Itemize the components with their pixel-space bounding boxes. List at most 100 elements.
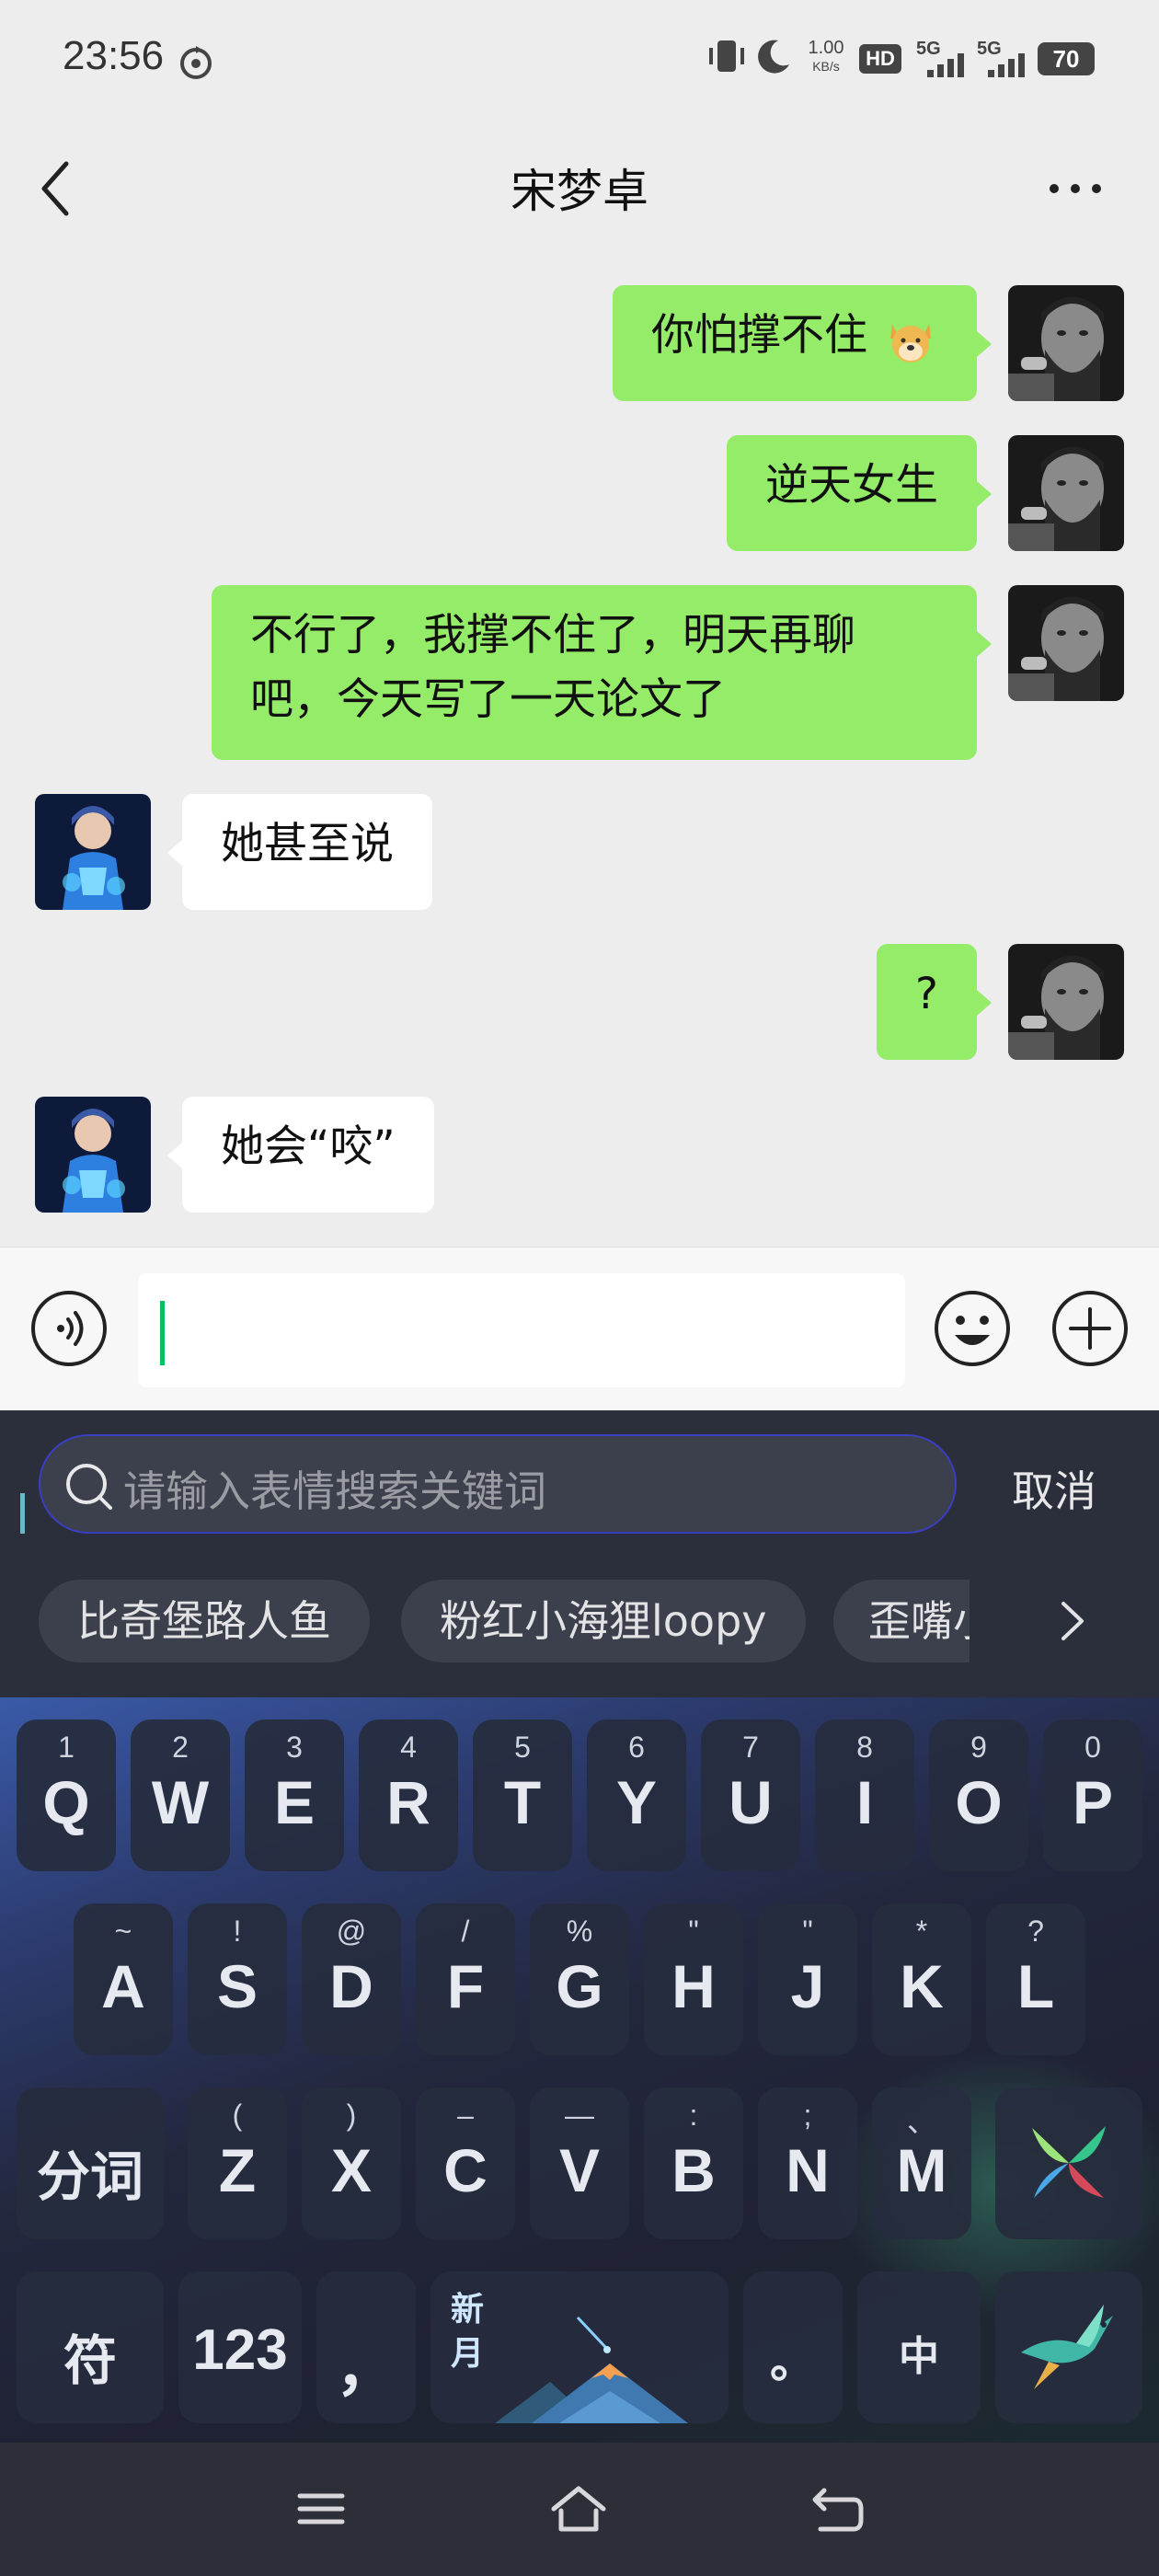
key-label: T (503, 1768, 542, 1836)
key-label: Z (218, 2136, 257, 2204)
key-i[interactable]: 8I (815, 1719, 914, 1871)
key-comma[interactable]: ， (316, 2271, 416, 2423)
key-v[interactable]: — V (530, 2087, 629, 2239)
chevron-right-icon[interactable] (1049, 1598, 1095, 1644)
key-r[interactable]: 4R (359, 1719, 458, 1871)
key-label: U (729, 1768, 773, 1836)
keyword-chip[interactable]: 歪嘴小 (833, 1580, 970, 1662)
key-sub-label: 6 (628, 1731, 645, 1764)
my-message-bubble[interactable]: 逆天女生 (727, 435, 977, 551)
key-a[interactable]: ~ A (74, 1903, 173, 2055)
my-message-bubble[interactable]: ? (877, 944, 977, 1060)
my-message-bubble[interactable]: 不行了，我撑不住了，明天再聊吧，今天写了一天论文了 (212, 585, 977, 760)
key-label: ， (336, 2334, 396, 2402)
key-label: M (896, 2136, 947, 2204)
key-backspace[interactable] (995, 2087, 1142, 2239)
key-space[interactable]: 新 月 (430, 2271, 729, 2423)
key-j[interactable]: " J (758, 1903, 857, 2055)
contact-avatar[interactable] (35, 1097, 151, 1213)
key-sub-label: 8 (856, 1731, 873, 1764)
space-key-label-line1: 新 (451, 2291, 485, 2329)
key-label: 。 (770, 2336, 816, 2387)
voice-input-icon[interactable] (29, 1289, 109, 1368)
message-text-input[interactable] (138, 1273, 905, 1387)
key-sub-label: 4 (400, 1731, 417, 1764)
my-message-bubble[interactable]: 你怕撑不住 (613, 285, 977, 401)
key-y[interactable]: 6Y (587, 1719, 686, 1871)
key-l[interactable]: ? L (986, 1903, 1085, 2055)
key-c[interactable]: – C (416, 2087, 515, 2239)
key-label: G (556, 1952, 603, 2020)
key-t[interactable]: 5T (473, 1719, 572, 1871)
contact-message-bubble[interactable]: 她甚至说 (182, 794, 432, 910)
contact-avatar[interactable] (35, 794, 151, 910)
key-f[interactable]: / F (416, 1903, 515, 2055)
key-sub-label: : (689, 2099, 698, 2132)
plus-icon[interactable] (1050, 1289, 1130, 1368)
key-label: W (151, 1768, 210, 1836)
cancel-search-button[interactable]: 取消 (1012, 1458, 1096, 1519)
key-language-switch[interactable]: 中 (857, 2271, 981, 2423)
key-sub-label: 3 (286, 1731, 303, 1764)
key-label: Y (615, 1768, 658, 1836)
message-text: 你怕撑不住 (651, 310, 868, 361)
suggested-keywords: 比奇堡路人鱼 粉红小海狸loopy 歪嘴小 (0, 1580, 1159, 1672)
key-u[interactable]: 7U (701, 1719, 800, 1871)
my-avatar[interactable] (1008, 285, 1124, 401)
key-sub-label: 1 (58, 1731, 75, 1764)
doge-emoji-icon (890, 323, 931, 362)
net-speed-value: 1.00 (808, 38, 844, 58)
key-q[interactable]: 1Q (17, 1719, 116, 1871)
anime-character-avatar-image (35, 1097, 151, 1213)
back-icon[interactable] (806, 2481, 870, 2536)
emoji-icon[interactable] (933, 1289, 1012, 1368)
key-split-words[interactable]: 分词 (17, 2087, 164, 2239)
key-symbols[interactable]: 符 (17, 2271, 164, 2423)
man-portrait-avatar-image (1008, 285, 1124, 401)
my-avatar[interactable] (1008, 944, 1124, 1060)
key-label: L (1016, 1952, 1055, 2020)
key-label: 中 (899, 2333, 939, 2380)
key-o[interactable]: 9O (929, 1719, 1028, 1871)
key-enter[interactable] (995, 2271, 1142, 2423)
keyword-chip[interactable]: 粉红小海狸loopy (401, 1580, 806, 1662)
key-sub-label: % (566, 1915, 593, 1948)
key-label: 分词 (36, 2145, 143, 2208)
key-s[interactable]: ! S (188, 1903, 287, 2055)
key-w[interactable]: 2W (131, 1719, 230, 1871)
message-text: 不行了，我撑不住了，明天再聊吧，今天写了一天论文了 (250, 610, 855, 725)
contact-message-bubble[interactable]: 她会“咬” (182, 1097, 434, 1213)
key-p[interactable]: 0P (1043, 1719, 1142, 1871)
key-label: S (216, 1952, 258, 2020)
key-d[interactable]: @ D (302, 1903, 401, 2055)
emoji-search-input[interactable]: 请输入表情搜索关键词 (39, 1434, 957, 1534)
bubble-tail (167, 1143, 182, 1168)
key-period[interactable]: 。 (743, 2271, 843, 2423)
key-z[interactable]: (Z (188, 2087, 287, 2239)
key-x[interactable]: ) X (302, 2087, 401, 2239)
key-k[interactable]: * K (872, 1903, 971, 2055)
key-n[interactable]: ; N (758, 2087, 857, 2239)
my-avatar[interactable] (1008, 585, 1124, 701)
home-icon[interactable] (546, 2481, 611, 2536)
signal-sim2: 5G (977, 39, 1032, 77)
key-sub-label: * (915, 1915, 928, 1948)
message-list[interactable]: 你怕撑不住 逆天女生 不行了，我撑不住了，明天再聊吧，今天写了一天论文了 她甚至… (0, 258, 1159, 1247)
hummingbird-enter-icon (1021, 2305, 1113, 2389)
key-e[interactable]: 3E (245, 1719, 344, 1871)
key-numbers[interactable]: 123 (178, 2271, 302, 2423)
key-h[interactable]: " H (644, 1903, 743, 2055)
key-label: 123 (192, 2318, 288, 2382)
key-m[interactable]: 、 M (872, 2087, 971, 2239)
keyword-chip[interactable]: 比奇堡路人鱼 (39, 1580, 370, 1662)
key-g[interactable]: % G (530, 1903, 629, 2055)
key-b[interactable]: :B (644, 2087, 743, 2239)
my-avatar[interactable] (1008, 435, 1124, 551)
space-key-label-line2: 月 (451, 2335, 485, 2373)
bubble-tail (167, 840, 182, 866)
menu-icon[interactable] (289, 2481, 353, 2536)
more-options-icon[interactable] (1047, 175, 1104, 202)
key-label: C (443, 2136, 488, 2204)
sync-icon (180, 46, 212, 79)
system-navigation-bar (0, 2443, 1159, 2576)
